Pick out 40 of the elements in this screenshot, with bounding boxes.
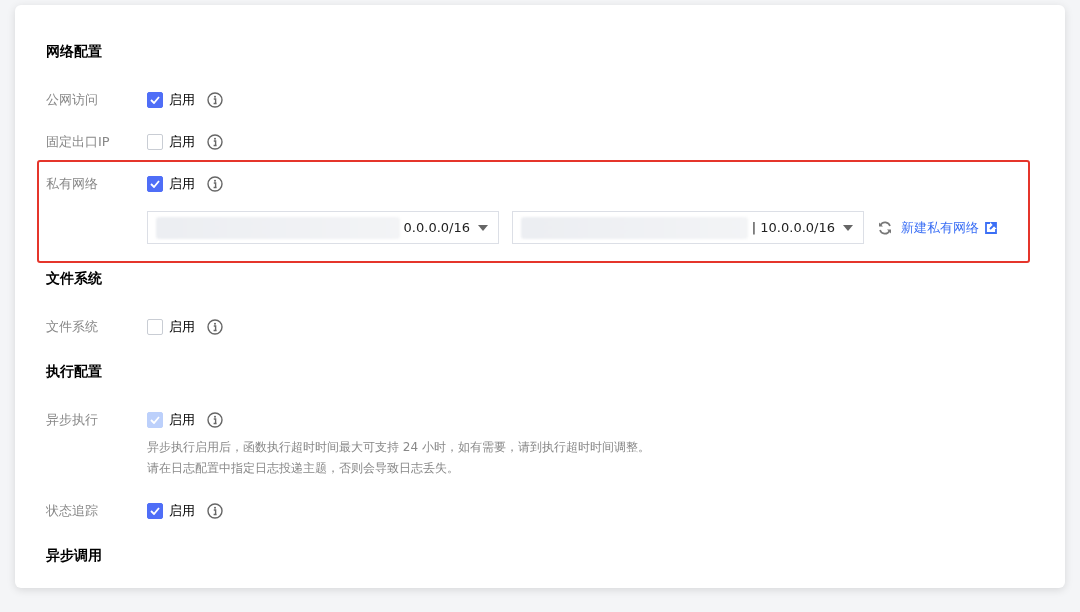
check-icon <box>150 416 160 424</box>
checkbox[interactable] <box>147 176 163 192</box>
section-title: 执行配置 <box>46 362 103 381</box>
info-icon[interactable] <box>207 319 223 335</box>
section-title: 网络配置 <box>46 42 103 61</box>
checkbox[interactable] <box>147 92 163 108</box>
info-icon[interactable] <box>207 92 223 108</box>
check-icon <box>150 180 160 188</box>
checkbox[interactable] <box>147 503 163 519</box>
field-label: 状态追踪 <box>46 502 99 520</box>
info-icon[interactable] <box>207 176 223 192</box>
checkbox-label: 启用 <box>169 91 195 109</box>
checkbox-label: 启用 <box>169 502 195 520</box>
checkbox-label: 启用 <box>169 411 195 429</box>
checkbox-label: 启用 <box>169 318 195 336</box>
select-field[interactable]: 0.0.0.0/16 <box>147 211 499 244</box>
info-icon[interactable] <box>207 503 223 519</box>
section-title: 异步调用 <box>46 546 103 565</box>
create-vpc-link[interactable]: 新建私有网络 <box>901 218 997 237</box>
checkbox[interactable] <box>147 319 163 335</box>
section-title: 文件系统 <box>46 269 103 288</box>
hint-text: 异步执行启用后，函数执行超时时间最大可支持 24 小时，如有需要，请到执行超时时间调整。 <box>147 439 651 456</box>
external-link-icon <box>985 221 997 234</box>
checkbox[interactable] <box>147 134 163 150</box>
check-icon <box>150 507 160 515</box>
field-label: 固定出口IP <box>46 133 111 151</box>
caret-icon <box>478 224 488 231</box>
checkbox-label: 启用 <box>169 175 195 193</box>
select-field[interactable]: | 10.0.0.0/16 <box>512 211 864 244</box>
field-label: 异步执行 <box>46 411 99 429</box>
caret-icon <box>843 224 853 231</box>
field-label: 公网访问 <box>46 91 99 109</box>
refresh-icon[interactable] <box>877 219 893 236</box>
field-label: 文件系统 <box>46 318 99 336</box>
info-icon[interactable] <box>207 134 223 150</box>
checkbox-label: 启用 <box>169 133 195 151</box>
hint-text: 请在日志配置中指定日志投递主题，否则会导致日志丢失。 <box>147 460 460 477</box>
check-icon <box>150 96 160 104</box>
field-label: 私有网络 <box>46 175 99 193</box>
info-icon[interactable] <box>207 412 223 428</box>
